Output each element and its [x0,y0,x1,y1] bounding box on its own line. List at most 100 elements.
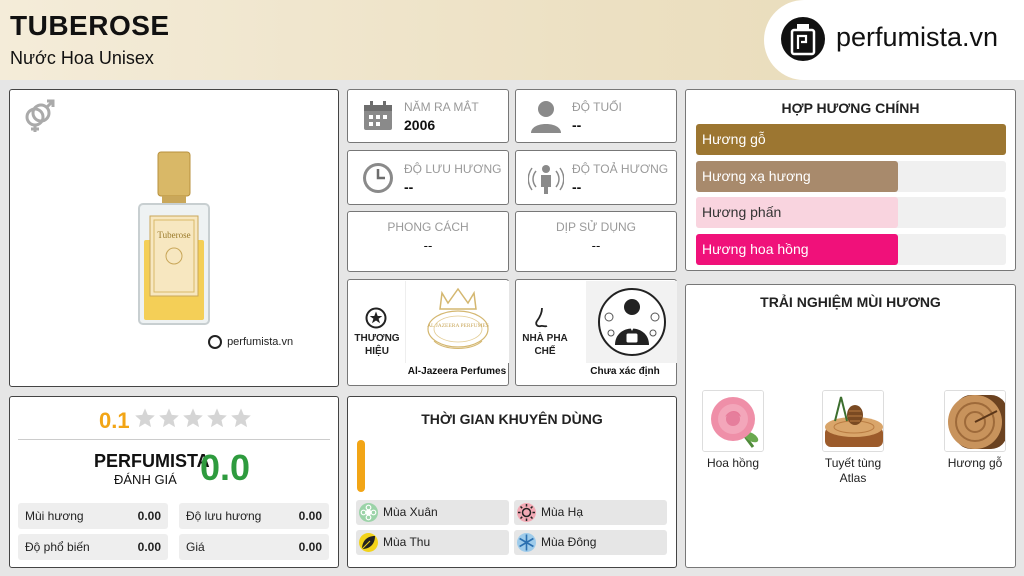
age-label: ĐỘ TUỔI [572,100,622,114]
age-card: ĐỘ TUỔI -- [515,89,677,143]
sillage-label: ĐỘ TOẢ HƯƠNG [572,162,669,176]
release-year-card: NĂM RA MẮT 2006 [347,89,509,143]
longevity-label: ĐỘ LƯU HƯƠNG [404,162,502,176]
watermark: perfumista.vn [208,335,293,349]
scent-experience-card: TRẢI NGHIỆM MÙI HƯƠNG Hoa hồng Tuyết tùn… [685,284,1016,568]
metric-value: 0.00 [298,509,322,523]
experience-item-rose[interactable]: Hoa hồng [693,390,773,471]
nose-icon [535,307,548,328]
season-autumn: Mùa Thu [356,530,509,555]
style-label: PHONG CÁCH [387,220,469,234]
radiating-person-icon [528,165,564,194]
wood-log-icon [944,390,1006,452]
release-year-value: 2006 [404,117,436,133]
sillage-value: -- [572,179,582,195]
metric-value: 0.00 [298,540,322,554]
person-icon [531,101,561,133]
rating-divider [18,439,330,440]
main-accords-card: HỢP HƯƠNG CHÍNH Hương gỗ Hương xạ hương Hư… [685,89,1016,271]
accord-bar: Hương phấn [696,197,1006,228]
rating-value: 0.0 [200,447,251,488]
longevity-card: ĐỘ LƯU HƯƠNG -- [347,150,509,205]
brand-name[interactable]: Al-Jazeera Perfumes [405,366,509,377]
metric-label: Độ phổ biến [25,540,90,554]
perfume-title: TUBEROSE [10,10,170,41]
accord-label: Hương xạ hương [702,167,811,184]
occasion-value: -- [591,238,601,253]
sillage-card: ĐỘ TOẢ HƯƠNG -- [515,150,677,205]
perfume-bottle-logo-icon [781,17,825,61]
metric-price: Giá 0.00 [179,534,329,560]
season-label: Mùa Hạ [541,505,584,519]
accord-label: Hương phấn [702,204,782,220]
rose-icon [702,390,764,452]
season-label: Mùa Thu [383,535,431,549]
perfumer-name[interactable]: Chưa xác định [573,366,677,377]
perfumer-portrait-icon [598,288,666,356]
season-winter: Mùa Đông [514,530,667,555]
product-image-card: Tuberose perfumista.vn [9,89,339,387]
star-icon[interactable] [158,407,180,429]
scent-experience-title: TRẢI NGHIỆM MÙI HƯƠNG [760,294,941,310]
rating-score: 0.1 [99,408,130,433]
accord-bar: Hương hoa hồng [696,233,1006,265]
perfumer-card[interactable]: NHÀ PHA CHẾ Chưa xác định [515,279,677,386]
perfumista-brand: PERFUMISTA [94,451,210,471]
star-icon[interactable] [206,407,228,429]
metric-label: Độ lưu hương [186,509,262,523]
age-value: -- [572,117,582,133]
occasion-card: DỊP SỬ DỤNG -- [515,211,677,272]
rating-card: 0.1 PERFUMISTA ĐÁNH GIÁ 0.0 Mùi hương 0.… [9,396,339,568]
perfumer-label: NHÀ PHA CHẾ [522,333,568,357]
occasion-label: DỊP SỬ DỤNG [555,220,637,234]
accord-label: Hương gỗ [702,131,766,147]
release-year-label: NĂM RA MẮT [404,100,479,114]
style-card: PHONG CÁCH -- [347,211,509,272]
star-badge-icon [365,307,387,329]
metric-scent: Mùi hương 0.00 [18,503,168,529]
header: TUBEROSE Nước Hoa Unisex perfumista.vn [0,0,1024,80]
brand-logo-text: perfumista.vn [836,22,999,52]
rating-label: ĐÁNH GIÁ [114,472,177,487]
snowflake-icon [517,533,536,552]
metric-label: Giá [186,540,205,554]
metric-label: Mùi hương [25,509,84,523]
flower-icon [359,503,378,522]
longevity-value: -- [404,179,414,195]
time-indicator-bar [357,440,365,492]
season-label: Mùa Xuân [383,505,438,519]
sun-icon [517,503,536,522]
calendar-icon [364,101,392,130]
experience-item-label: Hoa hồng [706,456,760,470]
perfumer-image [586,281,677,363]
accord-label: Hương hoa hồng [702,240,809,257]
experience-item-label: Tuyết tùng Atlas [824,456,882,485]
main-accords-title: HỢP HƯƠNG CHÍNH [781,100,920,116]
metric-popularity: Độ phổ biến 0.00 [18,534,168,560]
rating-stars[interactable] [134,407,254,433]
metric-value: 0.00 [137,509,161,523]
experience-item-wood[interactable]: Hương gỗ [935,390,1015,471]
style-value: -- [423,238,433,253]
unisex-gender-icon [25,99,55,132]
metric-value: 0.00 [137,540,161,554]
brand-card[interactable]: THƯƠNG HIỆU AL JAZEERA PERFUMES Al-Jazee… [347,279,509,386]
metric-longevity: Độ lưu hương 0.00 [179,503,329,529]
cedar-wood-icon [822,390,884,452]
star-icon[interactable] [182,407,204,429]
star-icon[interactable] [230,407,252,429]
season-label: Mùa Đông [541,535,597,549]
brand-logo[interactable]: perfumista.vn [764,0,1024,80]
experience-item-cedar[interactable]: Tuyết tùng Atlas [813,390,893,486]
recommended-time-title: THỜI GIAN KHUYÊN DÙNG [421,411,603,427]
leaf-icon [359,533,378,552]
experience-item-label: Hương gỗ [947,456,1003,470]
accord-bar: Hương xạ hương [696,160,1006,192]
star-icon[interactable] [134,407,156,429]
crown-logo-icon: AL JAZEERA PERFUMES [427,287,489,349]
bottle-label-text: Tuberose [157,230,190,240]
brand-label: THƯƠNG HIỆU [354,333,400,357]
perfume-bottle-image: Tuberose [138,151,210,325]
watermark-text: perfumista.vn [227,335,294,348]
watermark-logo-icon [208,335,222,349]
